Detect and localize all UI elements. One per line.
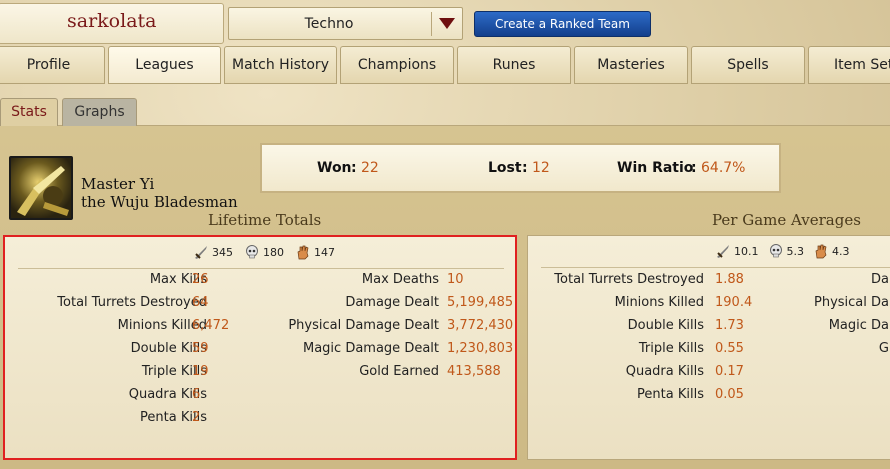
won-value: 22 (361, 160, 379, 176)
stat-value: 1.88 (715, 272, 744, 287)
tab-match-history[interactable]: Match History (224, 46, 337, 84)
stat-value: 0.55 (715, 341, 744, 356)
lifetime-divider (18, 268, 504, 269)
queue-dropdown[interactable]: Techno (228, 7, 463, 40)
champion-name-block: Master Yi the Wuju Bladesman (81, 175, 238, 211)
won-colon: : (351, 160, 357, 176)
stat-label: Total Turrets Destroyed (57, 295, 207, 310)
skull-icon (246, 245, 258, 259)
stat-value: 0.05 (715, 387, 744, 402)
stat-value: 26 (192, 272, 209, 287)
sword-icon (195, 246, 207, 259)
stat-label: Max Deaths (361, 272, 439, 287)
stat-value: 413,588 (447, 364, 501, 379)
win-ratio-label: Win Ratio (617, 160, 694, 176)
stat-value: 19 (192, 364, 209, 379)
chevron-down-icon[interactable] (439, 18, 455, 29)
stat-value: 2 (192, 410, 201, 425)
lifetime-assists: 147 (314, 245, 335, 259)
lost-label: Lost (488, 160, 522, 176)
stat-label-truncated: G (878, 341, 889, 356)
win-ratio-colon: : (691, 160, 697, 176)
hand-icon (815, 244, 827, 259)
tab-runes[interactable]: Runes (457, 46, 571, 84)
stat-label: Double Kills (627, 318, 704, 333)
stat-label: Triple Kills (638, 341, 704, 356)
stat-label-truncated: Magic Da (828, 318, 889, 333)
averages-kda: 10.1 5.3 4.3 (715, 243, 850, 259)
stat-label: Damage Dealt (345, 295, 439, 310)
summoner-name: sarkolata (67, 10, 157, 32)
averages-kills: 10.1 (734, 244, 759, 258)
summoner-name-box: sarkolata (0, 3, 224, 44)
tab-graphs[interactable]: Graphs (62, 98, 137, 126)
stat-value: 1.73 (715, 318, 744, 333)
lifetime-totals-title: Lifetime Totals (208, 211, 322, 229)
dropdown-separator (431, 12, 432, 36)
stat-label: Physical Damage Dealt (288, 318, 439, 333)
stat-value: 64 (192, 295, 209, 310)
skull-icon (769, 244, 782, 258)
lost-value: 12 (532, 160, 550, 176)
record-summary: Won: 22 Lost: 12 Win Ratio: 64.7% (260, 143, 781, 193)
stat-value: 1,230,803 (447, 341, 514, 356)
create-ranked-team-button[interactable]: Create a Ranked Team (474, 11, 651, 37)
averages-divider (541, 267, 890, 268)
stat-label-truncated: Da (871, 272, 889, 287)
tab-champions[interactable]: Champions (340, 46, 454, 84)
stat-value: 59 (192, 341, 209, 356)
stat-label: Gold Earned (359, 364, 439, 379)
tab-spells[interactable]: Spells (691, 46, 805, 84)
tab-leagues[interactable]: Leagues (108, 46, 221, 84)
stat-value: 3,772,430 (447, 318, 514, 333)
queue-dropdown-value: Techno (304, 16, 354, 32)
tab-stats[interactable]: Stats (0, 98, 58, 126)
champion-portrait (9, 156, 73, 220)
tab-item-sets[interactable]: Item Sets (808, 46, 890, 84)
lifetime-kills: 345 (212, 245, 233, 259)
won-label: Won (317, 160, 352, 176)
per-game-averages-panel: 10.1 5.3 4.3 Total Turrets Destroyed 1.8… (527, 235, 890, 460)
sword-icon (717, 245, 729, 258)
stat-label: Magic Damage Dealt (303, 341, 439, 356)
stat-value: 190.4 (715, 295, 753, 310)
averages-assists: 4.3 (832, 244, 850, 258)
lifetime-kda: 345 180 147 (193, 244, 335, 260)
stat-value: 10 (447, 272, 464, 287)
lifetime-totals-panel: 345 180 147 Max Kills 26 Total Turrets D… (3, 235, 517, 460)
tab-profile[interactable]: Profile (0, 46, 105, 84)
stat-value: 5,199,485 (447, 295, 514, 310)
champion-portrait-image (17, 166, 69, 216)
stat-value: 6,472 (192, 318, 230, 333)
stat-value: 0.17 (715, 364, 744, 379)
lost-colon: : (522, 160, 528, 176)
stat-label: Total Turrets Destroyed (554, 272, 704, 287)
stat-value: 6 (192, 387, 201, 402)
stat-label: Penta Kills (637, 387, 704, 402)
per-game-averages-title: Per Game Averages (712, 211, 861, 229)
stat-label-truncated: Physical Da (814, 295, 889, 310)
averages-deaths: 5.3 (786, 244, 805, 258)
champion-title: the Wuju Bladesman (81, 193, 238, 211)
stat-label: Quadra Kills (625, 364, 704, 379)
hand-icon (297, 245, 309, 260)
champion-name: Master Yi (81, 175, 155, 193)
win-ratio-value: 64.7% (701, 160, 746, 176)
lifetime-deaths: 180 (263, 245, 284, 259)
tab-masteries[interactable]: Masteries (574, 46, 688, 84)
stat-label: Minions Killed (614, 295, 704, 310)
